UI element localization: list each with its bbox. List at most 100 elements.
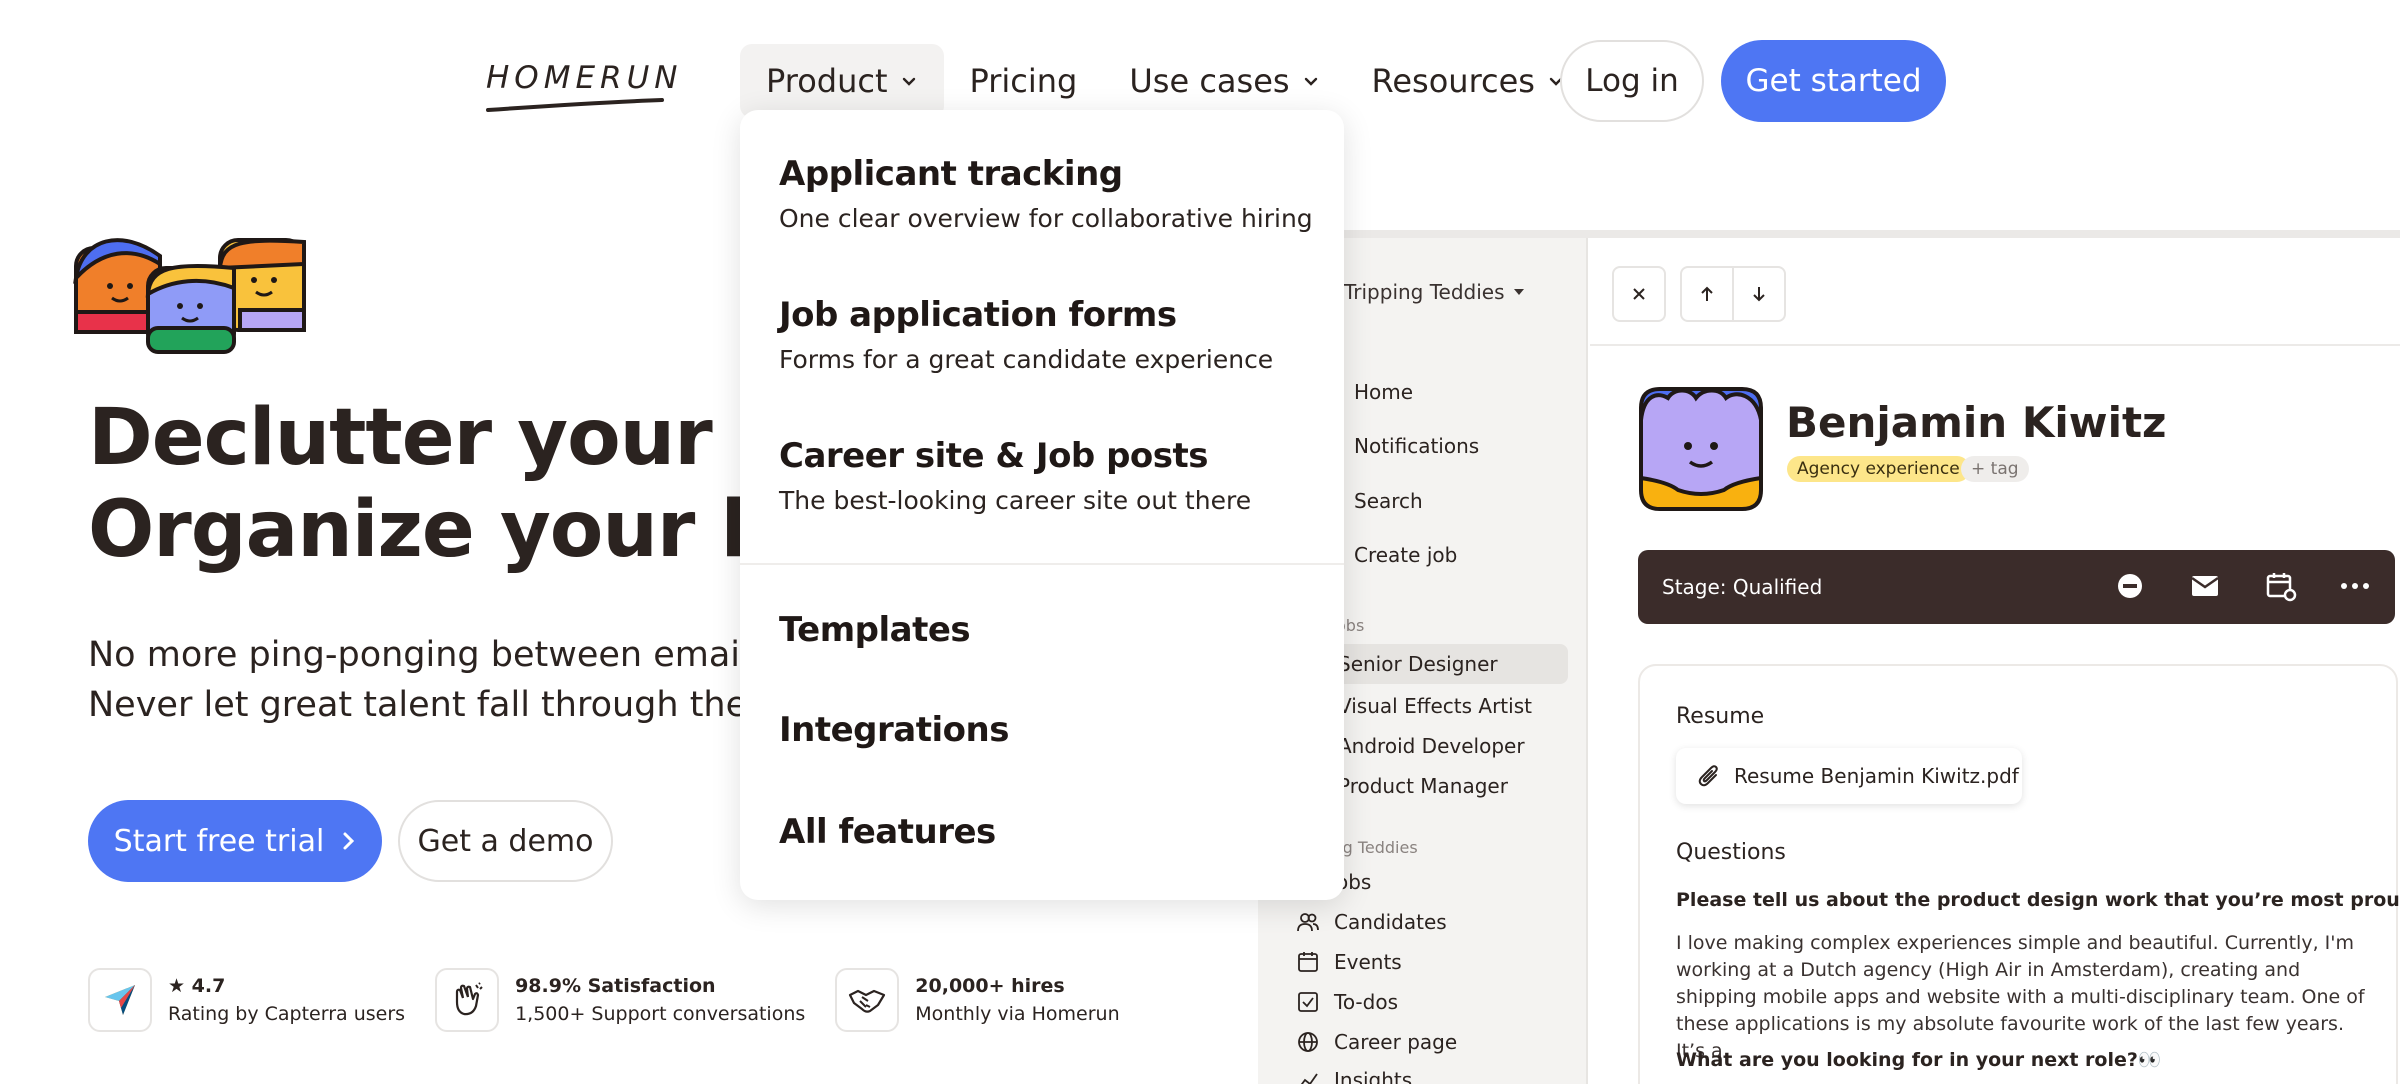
stat-rating: ★ 4.7 xyxy=(168,975,226,997)
sidebar-insights-label: Insights xyxy=(1334,1068,1413,1084)
paperclip-icon xyxy=(1698,765,1718,787)
sidebar-create-job[interactable]: Create job xyxy=(1354,543,1457,567)
nav-use-cases[interactable]: Use cases xyxy=(1103,44,1345,118)
get-demo-button[interactable]: Get a demo xyxy=(398,800,613,882)
hero-title-line-2: Organize your hi xyxy=(88,485,768,575)
sidebar-home[interactable]: Home xyxy=(1354,380,1413,404)
stat-satisfaction-desc: 1,500+ Support conversations xyxy=(515,1003,806,1025)
sidebar-job-android-dev[interactable]: Android Developer xyxy=(1338,734,1525,758)
answer-1: I love making complex experiences simple… xyxy=(1676,932,2365,1062)
menu-divider xyxy=(740,563,1344,565)
application-card: Resume Resume Benjamin Kiwitz.pdf Questi… xyxy=(1638,664,2400,1084)
login-button[interactable]: Log in xyxy=(1560,40,1704,122)
chart-icon xyxy=(1300,1073,1318,1084)
team-name: Tripping Teddies xyxy=(1344,280,1505,304)
menu-career-site[interactable]: Career site & Job posts xyxy=(779,436,1209,476)
nav-pricing-label: Pricing xyxy=(969,62,1078,100)
team-avatars-illustration xyxy=(73,238,306,354)
hero-title-line-1: Declutter your in xyxy=(88,393,768,483)
nav-resources-label: Resources xyxy=(1371,62,1535,100)
questions-heading: Questions xyxy=(1676,840,1786,865)
get-started-button[interactable]: Get started xyxy=(1721,40,1946,122)
stat-hires-desc: Monthly via Homerun xyxy=(915,1003,1120,1025)
capterra-icon xyxy=(88,968,152,1032)
sidebar-candidates[interactable]: Candidates xyxy=(1296,910,1447,934)
stat-satisfaction-value: 98.9% Satisfaction xyxy=(515,975,716,997)
logo-underline xyxy=(486,98,664,112)
calendar-icon xyxy=(1298,952,1318,972)
resume-file-name: Resume Benjamin Kiwitz.pdf xyxy=(1734,764,2019,788)
menu-templates[interactable]: Templates xyxy=(779,610,971,650)
nav-resources[interactable]: Resources xyxy=(1346,44,1591,118)
schedule-icon[interactable] xyxy=(2265,570,2297,602)
nav-use-cases-label: Use cases xyxy=(1129,62,1290,100)
sidebar-insights[interactable]: Insights xyxy=(1296,1068,1412,1084)
start-free-trial-label: Start free trial xyxy=(113,823,325,859)
menu-applicant-tracking[interactable]: Applicant tracking xyxy=(779,154,1123,194)
sidebar-events[interactable]: Events xyxy=(1296,950,1402,974)
globe-icon xyxy=(1298,1032,1318,1052)
menu-job-application-forms-desc: Forms for a great candidate experience xyxy=(779,345,1274,374)
resume-heading: Resume xyxy=(1676,704,1765,729)
sidebar-career-page-label: Career page xyxy=(1334,1030,1458,1054)
logo-text: HOMERUN xyxy=(486,60,683,96)
stat-capterra: ★ 4.7 Rating by Capterra users xyxy=(88,968,405,1032)
checkbox-icon xyxy=(1298,992,1318,1012)
sidebar-career-page[interactable]: Career page xyxy=(1296,1030,1457,1054)
menu-integrations[interactable]: Integrations xyxy=(779,710,1009,750)
menu-job-application-forms[interactable]: Job application forms xyxy=(779,295,1177,335)
handshake-icon xyxy=(835,968,900,1032)
hero-title: Declutter your in Organize your hi xyxy=(88,392,768,576)
sidebar-search[interactable]: Search xyxy=(1354,489,1423,513)
more-options-icon[interactable] xyxy=(2340,582,2370,590)
question-1: Please tell us about the product design … xyxy=(1676,889,2400,911)
nav-product-label: Product xyxy=(766,62,888,100)
stat-rating-desc: Rating by Capterra users xyxy=(168,1003,406,1025)
hero-subtitle: No more ping-ponging between emails, CV … xyxy=(88,630,748,730)
caret-down-icon xyxy=(1513,289,1524,295)
hero-sub-line-2: Never let great talent fall through the … xyxy=(88,685,748,725)
nav-product[interactable]: Product xyxy=(740,44,944,118)
candidate-avatar xyxy=(1639,387,1763,511)
homerun-logo[interactable]: HOMERUN xyxy=(486,60,683,112)
question-2: What are you looking for in your next ro… xyxy=(1676,1049,2162,1071)
close-button[interactable] xyxy=(1612,266,1666,322)
email-icon[interactable] xyxy=(2190,574,2220,598)
arrow-up-icon xyxy=(1701,286,1713,301)
stat-satisfaction: 98.9% Satisfaction 1,500+ Support conver… xyxy=(435,968,805,1032)
clap-hands-icon xyxy=(435,968,500,1032)
tag-agency-experience[interactable]: Agency experience xyxy=(1787,456,1970,482)
sidebar-notifications[interactable]: Notifications xyxy=(1354,434,1479,458)
team-switcher[interactable]: Tripping Teddies xyxy=(1344,280,1525,304)
sidebar-job-senior-designer[interactable]: Senior Designer xyxy=(1314,644,1568,684)
chevron-down-icon xyxy=(1304,77,1317,86)
hero-sub-line-1: No more ping-ponging between emails, CV xyxy=(88,635,748,675)
candidate-name: Benjamin Kiwitz xyxy=(1786,398,2167,447)
menu-career-site-desc: The best-looking career site out there xyxy=(779,486,1252,515)
app-preview: Tripping Teddies Home Notifications Sear… xyxy=(1258,230,2400,1084)
add-tag-button[interactable]: + tag xyxy=(1961,456,2029,482)
resume-file[interactable]: Resume Benjamin Kiwitz.pdf xyxy=(1676,748,2022,804)
stat-hires: 20,000+ hires Monthly via Homerun xyxy=(835,968,1120,1032)
stats-row: ★ 4.7 Rating by Capterra users 98.9% Sat… xyxy=(88,968,1150,1032)
main-nav: Product Pricing Use cases Resources xyxy=(740,44,1591,118)
stage-label: Stage: Qualified xyxy=(1662,575,1823,599)
arrow-down-icon xyxy=(1753,287,1765,302)
close-icon xyxy=(1633,288,1645,300)
sidebar-todos-label: To-dos xyxy=(1334,990,1398,1014)
stat-hires-value: 20,000+ hires xyxy=(915,975,1065,997)
start-free-trial-button[interactable]: Start free trial xyxy=(88,800,382,882)
header-divider xyxy=(1590,344,2400,346)
menu-applicant-tracking-desc: One clear overview for collaborative hir… xyxy=(779,204,1313,233)
chevron-down-icon xyxy=(902,77,915,86)
next-button[interactable] xyxy=(1732,266,1786,322)
sidebar-todos[interactable]: To-dos xyxy=(1296,990,1398,1014)
candidates-icon xyxy=(1297,913,1319,932)
sidebar-job-product-manager[interactable]: Product Manager xyxy=(1338,774,1508,798)
nav-pricing[interactable]: Pricing xyxy=(944,44,1104,118)
product-dropdown: Applicant tracking One clear overview fo… xyxy=(740,110,1344,900)
previous-button[interactable] xyxy=(1680,266,1734,322)
disqualify-icon[interactable] xyxy=(2116,572,2144,600)
sidebar-job-vfx-artist[interactable]: Visual Effects Artist xyxy=(1338,694,1532,718)
menu-all-features[interactable]: All features xyxy=(779,812,996,852)
